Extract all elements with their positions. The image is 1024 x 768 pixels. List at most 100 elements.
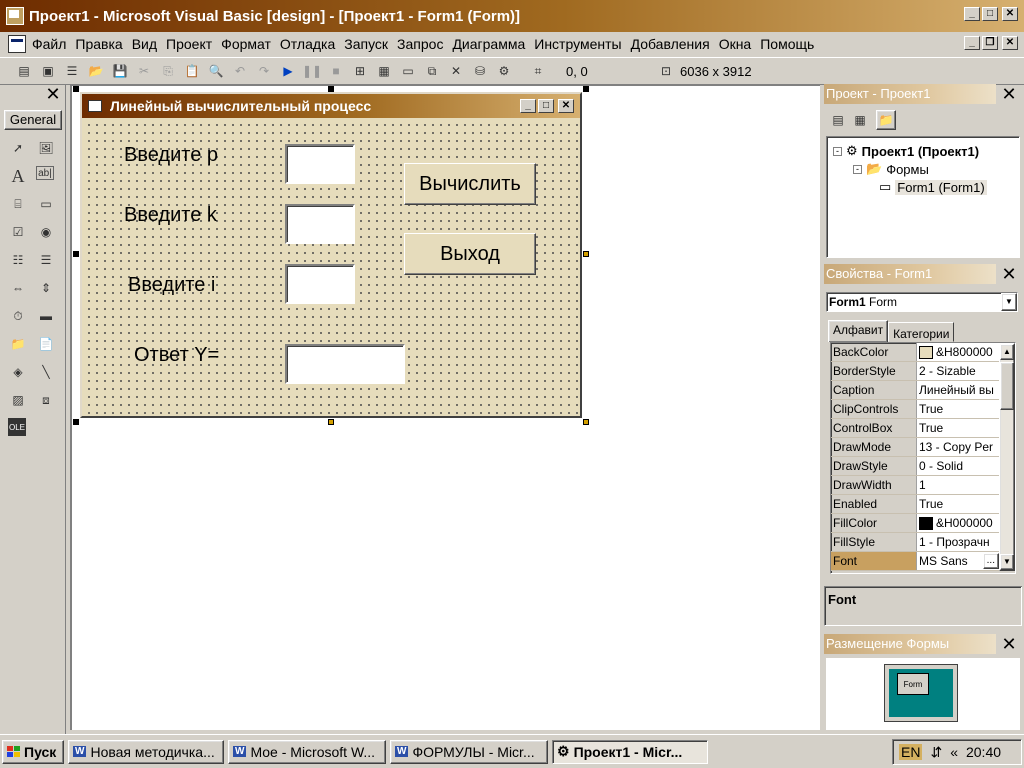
property-row[interactable]: FillStyle 1 - Прозрачн [831,533,999,552]
menu-window[interactable]: Окна [719,36,752,52]
component-manager-icon[interactable]: ⚙ [494,61,514,81]
copy-icon[interactable]: ⎘ [158,61,178,81]
menu-view[interactable]: Вид [132,36,157,52]
property-row[interactable]: DrawWidth 1 [831,476,999,495]
tray-expand-icon[interactable]: « [950,744,958,760]
vb-app-icon[interactable] [6,7,24,25]
undo-icon[interactable]: ↶ [230,61,250,81]
break-icon[interactable]: ❚❚ [302,61,322,81]
dirlistbox-icon[interactable]: 📁 [8,334,28,354]
form-layout-close-button[interactable]: ✕ [998,634,1020,654]
doc-close-button[interactable]: ✕ [1002,36,1018,50]
ole-icon[interactable]: OLE [8,418,26,436]
tree-folder-forms[interactable]: Формы [886,162,929,177]
toolbox-icon[interactable]: ✕ [446,61,466,81]
textbox-i[interactable] [285,264,355,304]
calculate-button[interactable]: Вычислить [404,163,536,205]
property-row[interactable]: Caption Линейный вы [831,381,999,400]
menu-query[interactable]: Запрос [397,36,443,52]
menu-file[interactable]: Файл [32,36,66,52]
taskbar-item-vb[interactable]: ⚙ Проект1 - Micr... [552,739,708,764]
property-row[interactable]: DrawMode 13 - Copy Per [831,438,999,457]
add-project-icon[interactable]: ▤ [14,61,34,81]
taskbar-item-word1[interactable]: W Новая методичка... [68,739,224,764]
redo-icon[interactable]: ↷ [254,61,274,81]
tab-categorized[interactable]: Категории [888,322,955,342]
combobox-icon[interactable]: ☷ [8,250,28,270]
collapse-icon[interactable]: - [833,146,842,156]
add-form-icon[interactable]: ▣ [38,61,58,81]
drivelistbox-icon[interactable]: ▬ [36,306,56,326]
start-icon[interactable]: ▶ [278,61,298,81]
property-value[interactable]: &H800000 [917,343,999,361]
view-code-icon[interactable]: ▤ [828,110,848,130]
menu-addins[interactable]: Добавления [631,36,710,52]
form-window[interactable]: Линейный вычислительный процесс _ □ ✕ Вв… [80,92,582,418]
filelistbox-icon[interactable]: 📄 [36,334,56,354]
tree-item-form1[interactable]: Form1 (Form1) [895,179,987,195]
taskbar-item-word2[interactable]: W Мое - Microsoft W... [228,739,386,764]
menu-edit[interactable]: Правка [75,36,122,52]
form-maximize-button[interactable]: □ [538,99,554,113]
label-enter-k[interactable]: Введите k [124,204,217,227]
find-icon[interactable]: 🔍 [206,61,226,81]
property-value[interactable]: 1 [917,476,999,494]
tray-arrows-icon[interactable]: ⇵ [930,744,942,761]
open-icon[interactable]: 📂 [86,61,106,81]
menu-format[interactable]: Формат [221,36,271,52]
menu-debug[interactable]: Отладка [280,36,335,52]
view-object-icon[interactable]: ▦ [850,110,870,130]
maximize-button[interactable]: □ [982,7,998,21]
textbox-k[interactable] [285,204,355,244]
doc-minimize-button[interactable]: _ [964,36,980,50]
toolbox-close-button[interactable]: ✕ [42,84,64,104]
property-value[interactable]: 1 - Прозрачн [917,533,999,551]
property-row[interactable]: ControlBox True [831,419,999,438]
timer-icon[interactable]: ⏱ [8,306,28,326]
project-panel-close-button[interactable]: ✕ [998,84,1020,104]
close-button[interactable]: ✕ [1002,7,1018,21]
object-selector[interactable]: Form1 Form ▼ [826,292,1018,312]
object-browser-icon[interactable]: ⧉ [422,61,442,81]
property-row[interactable]: BorderStyle 2 - Sizable [831,362,999,381]
resize-handle-bm[interactable] [328,419,334,425]
property-value[interactable]: 13 - Copy Per [917,438,999,456]
paste-icon[interactable]: 📋 [182,61,202,81]
scroll-thumb[interactable] [1000,362,1014,410]
mini-form[interactable]: Form [897,673,929,695]
vscrollbar-icon[interactable]: ⇕ [36,278,56,298]
checkbox-icon[interactable]: ☑ [8,222,28,242]
menu-project[interactable]: Проект [166,36,212,52]
resize-handle-mr[interactable] [583,251,589,257]
property-value[interactable]: &H000000 [917,514,999,532]
doc-restore-button[interactable]: ❐ [982,36,998,50]
shape-icon[interactable]: ◈ [8,362,28,382]
form-minimize-button[interactable]: _ [520,99,536,113]
data-view-icon[interactable]: ⛁ [470,61,490,81]
tree-root[interactable]: Проект1 (Проект1) [862,144,979,159]
collapse-icon[interactable]: - [853,164,862,174]
line-icon[interactable]: ╲ [36,362,56,382]
menu-diagram[interactable]: Диаграмма [452,36,525,52]
dropdown-arrow-icon[interactable]: ▼ [1001,293,1017,311]
cut-icon[interactable]: ✂ [134,61,154,81]
save-icon[interactable]: 💾 [110,61,130,81]
property-scrollbar[interactable]: ▲ ▼ [999,343,1015,571]
property-value[interactable]: True [917,495,999,513]
tab-alphabetic[interactable]: Алфавит [828,320,889,342]
textbox-p[interactable] [285,144,355,184]
label-icon[interactable]: A [8,166,28,186]
property-value[interactable]: Линейный вы [917,381,999,399]
exit-button[interactable]: Выход [404,233,536,275]
data-icon[interactable]: ⧈ [36,390,56,410]
picturebox-icon[interactable]: 🖼 [36,138,56,158]
property-value[interactable]: 2 - Sizable [917,362,999,380]
property-value[interactable]: True [917,419,999,437]
property-row[interactable]: DrawStyle 0 - Solid [831,457,999,476]
property-value[interactable]: 0 - Solid [917,457,999,475]
form-layout-icon[interactable]: ▭ [398,61,418,81]
menu-help[interactable]: Помощь [760,36,814,52]
language-indicator[interactable]: EN [899,744,923,760]
property-row[interactable]: FillColor &H000000 [831,514,999,533]
property-row[interactable]: Font MS Sans... [831,552,999,571]
